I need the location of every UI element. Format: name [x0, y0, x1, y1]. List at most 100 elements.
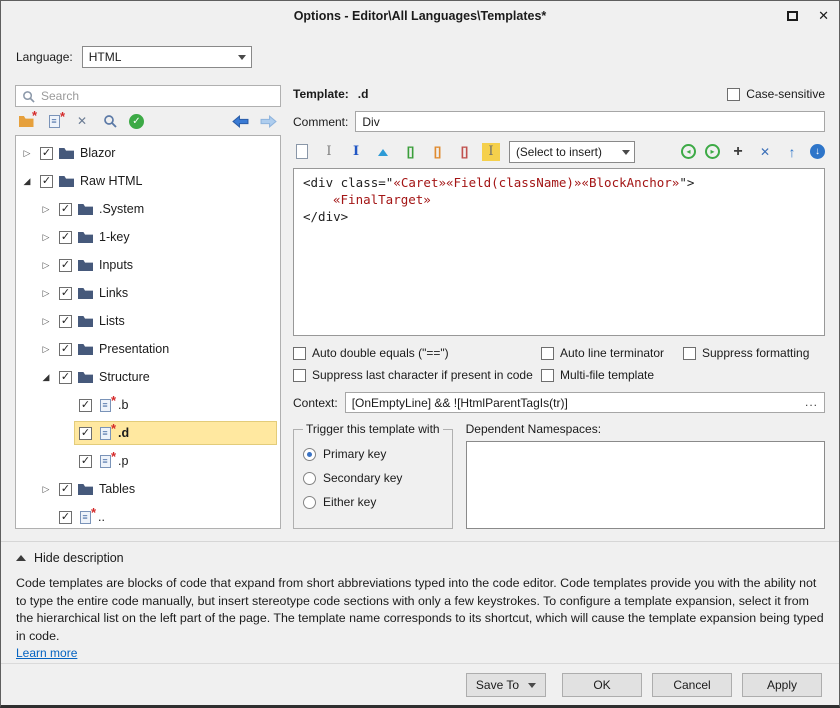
delete-icon[interactable]	[73, 112, 91, 130]
context-label: Context:	[293, 396, 338, 410]
tree-item-checkbox[interactable]	[59, 343, 72, 356]
expander-icon[interactable]	[38, 484, 54, 495]
tree-item-label: Lists	[99, 314, 125, 328]
dependent-namespaces-listbox[interactable]	[466, 441, 825, 529]
tree-item-checkbox[interactable]	[59, 511, 72, 524]
tree-item-checkbox[interactable]	[79, 427, 92, 440]
tree-item-checkbox[interactable]	[59, 315, 72, 328]
expander-icon[interactable]	[19, 176, 35, 187]
maximize-icon[interactable]	[787, 11, 798, 21]
tree-item-tables[interactable]: Tables	[16, 475, 280, 503]
find-icon[interactable]	[101, 112, 119, 130]
tree-item-structure[interactable]: Structure	[16, 363, 280, 391]
new-category-icon[interactable]	[17, 112, 35, 130]
text-cursor-icon[interactable]: I	[320, 143, 338, 161]
close-icon[interactable]: ✕	[818, 8, 829, 24]
context-more-button[interactable]: ...	[805, 395, 818, 409]
bracket-orange-icon[interactable]: []	[428, 143, 446, 161]
tree-item-checkbox[interactable]	[59, 203, 72, 216]
context-input[interactable]	[346, 396, 824, 410]
move-up-icon[interactable]	[783, 143, 801, 161]
tree-item-p[interactable]: .p	[16, 447, 280, 475]
save-to-button[interactable]: Save To	[466, 673, 546, 697]
code-token-field: «Field(className)»	[446, 175, 581, 190]
comment-input[interactable]	[356, 115, 824, 129]
expander-icon[interactable]	[38, 344, 54, 355]
tree-item-system[interactable]: .System	[16, 195, 280, 223]
apply-button[interactable]: Apply	[742, 673, 822, 697]
tree-item-checkbox[interactable]	[59, 259, 72, 272]
search-input[interactable]	[41, 89, 274, 103]
language-dropdown[interactable]: HTML	[82, 46, 252, 68]
tree-item-inputs[interactable]: Inputs	[16, 251, 280, 279]
expander-icon[interactable]	[38, 204, 54, 215]
tree-item-links[interactable]: Links	[16, 279, 280, 307]
search-box[interactable]	[15, 85, 281, 107]
chevron-down-icon[interactable]	[617, 145, 634, 159]
ok-button[interactable]: OK	[562, 673, 642, 697]
add-icon[interactable]	[729, 143, 747, 161]
tree-item-checkbox[interactable]	[79, 455, 92, 468]
tree-item-checkbox[interactable]	[40, 175, 53, 188]
suppress-formatting-checkbox[interactable]	[683, 347, 696, 360]
bracket-green-icon[interactable]: []	[401, 143, 419, 161]
tree-item-checkbox[interactable]	[59, 231, 72, 244]
suppress-formatting-option[interactable]: Suppress formatting	[683, 346, 825, 360]
expander-icon[interactable]	[38, 260, 54, 271]
field-cursor-icon[interactable]: I	[482, 143, 500, 161]
cancel-button[interactable]: Cancel	[652, 673, 732, 697]
auto-line-terminator-option[interactable]: Auto line terminator	[541, 346, 683, 360]
auto-double-equals-checkbox[interactable]	[293, 347, 306, 360]
tree-item-dotdot[interactable]: ..	[16, 503, 280, 529]
chevron-down-icon[interactable]	[233, 47, 251, 67]
suppress-last-character-checkbox[interactable]	[293, 369, 306, 382]
text-field-icon[interactable]: I	[347, 143, 365, 161]
move-down-icon[interactable]	[810, 144, 825, 159]
case-sensitive-option[interactable]: Case-sensitive	[727, 87, 825, 101]
tree-item-1-key[interactable]: 1-key	[16, 223, 280, 251]
tree-item-checkbox[interactable]	[59, 287, 72, 300]
tree-item-lists[interactable]: Lists	[16, 307, 280, 335]
radio-secondary-key[interactable]: Secondary key	[303, 471, 443, 485]
auto-line-terminator-checkbox[interactable]	[541, 347, 554, 360]
tree-item-d[interactable]: .d	[16, 419, 280, 447]
tree-item-blazor[interactable]: Blazor	[16, 139, 280, 167]
new-document-icon[interactable]	[293, 143, 311, 161]
select-to-insert-dropdown[interactable]: (Select to insert)	[509, 141, 635, 163]
save-to-label: Save To	[476, 678, 519, 692]
tree-item-b[interactable]: .b	[16, 391, 280, 419]
learn-more-link[interactable]: Learn more	[16, 646, 77, 660]
expander-icon[interactable]	[19, 148, 35, 159]
expander-icon[interactable]	[38, 288, 54, 299]
suppress-last-character-option[interactable]: Suppress last character if present in co…	[293, 368, 541, 382]
code-line: <div class="«Caret»«Field(className)»«Bl…	[303, 174, 815, 191]
previous-field-icon[interactable]: ◂	[681, 144, 696, 159]
remove-icon[interactable]	[756, 143, 774, 161]
tree-item-presentation[interactable]: Presentation	[16, 335, 280, 363]
tree-item-checkbox[interactable]	[79, 399, 92, 412]
navigate-forward-icon[interactable]	[259, 112, 277, 130]
multi-file-template-checkbox[interactable]	[541, 369, 554, 382]
next-field-icon[interactable]: ▸	[705, 144, 720, 159]
auto-double-equals-option[interactable]: Auto double equals ("==")	[293, 346, 541, 360]
expander-icon[interactable]	[38, 316, 54, 327]
tree-item-checkbox[interactable]	[40, 147, 53, 160]
expander-icon[interactable]	[38, 232, 54, 243]
navigate-back-icon[interactable]	[231, 112, 249, 130]
tree-item-checkbox[interactable]	[59, 483, 72, 496]
expander-icon[interactable]	[38, 372, 54, 383]
validate-icon[interactable]	[129, 114, 144, 129]
case-sensitive-checkbox[interactable]	[727, 88, 740, 101]
radio-primary-key[interactable]: Primary key	[303, 447, 443, 461]
hide-description-toggle[interactable]: Hide description	[16, 550, 839, 565]
new-template-icon[interactable]	[45, 112, 63, 130]
tree-item-checkbox[interactable]	[59, 371, 72, 384]
tree-item-raw-html[interactable]: Raw HTML	[16, 167, 280, 195]
template-code-editor[interactable]: <div class="«Caret»«Field(className)»«Bl…	[293, 168, 825, 336]
bracket-red-icon[interactable]: []	[455, 143, 473, 161]
template-icon	[98, 454, 112, 468]
marker-triangle-icon[interactable]	[374, 143, 392, 161]
multi-file-template-option[interactable]: Multi-file template	[541, 368, 683, 382]
radio-either-key[interactable]: Either key	[303, 495, 443, 509]
tree-item-label: .p	[118, 454, 128, 468]
